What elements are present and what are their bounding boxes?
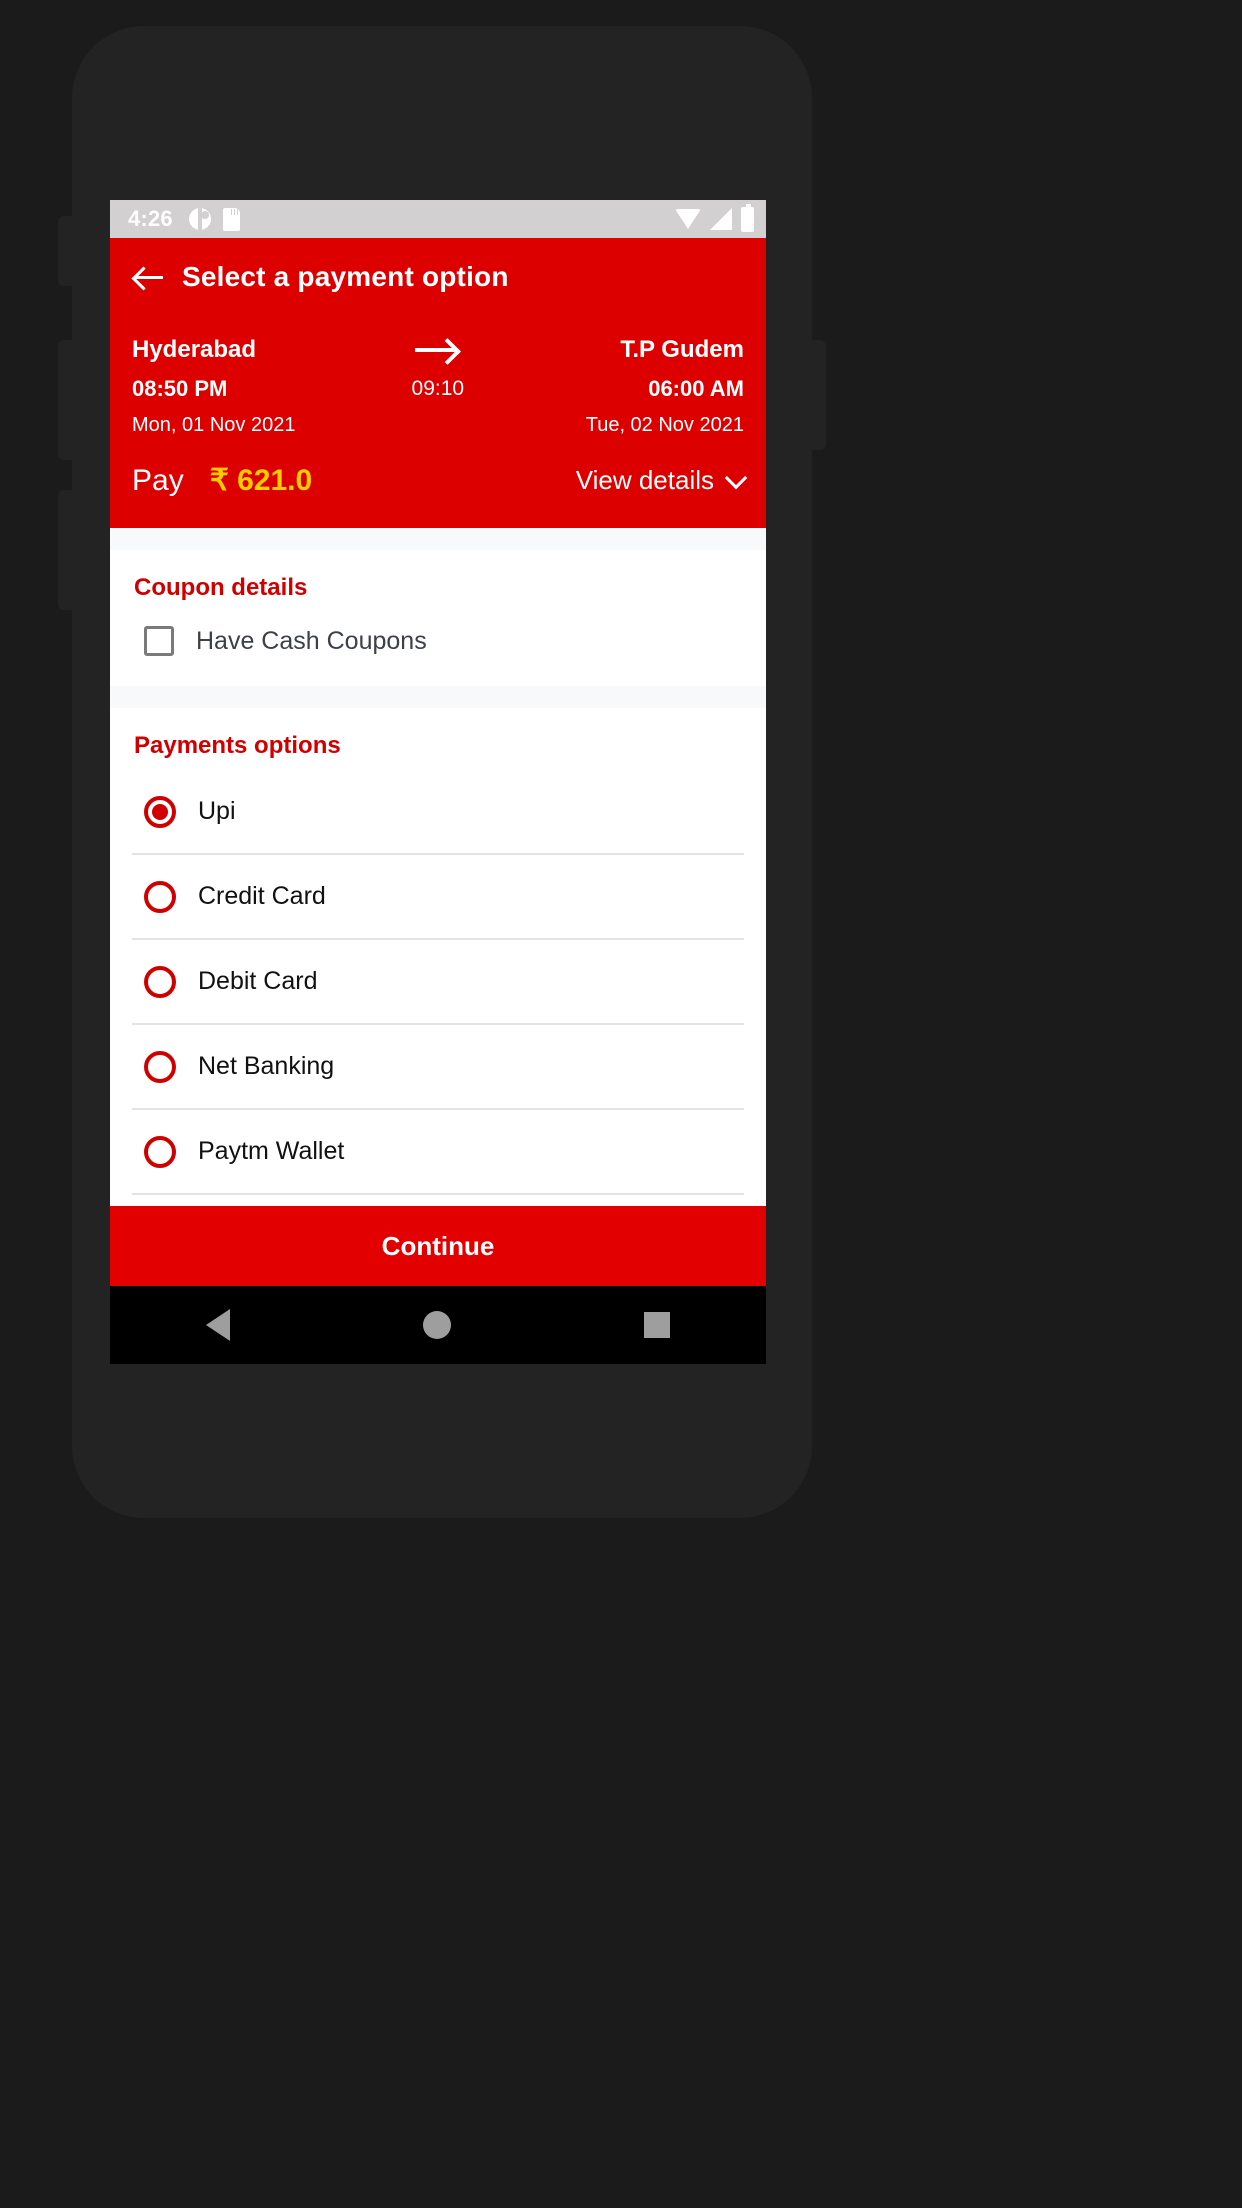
status-bar: 4:26: [110, 200, 766, 238]
payment-option-label: Net Banking: [198, 1052, 335, 1080]
coupon-section-title: Coupon details: [134, 574, 308, 601]
view-details-button[interactable]: View details: [575, 465, 748, 496]
payment-option-paytm-wallet[interactable]: Paytm Wallet: [132, 1110, 744, 1195]
wifi-icon: [675, 209, 701, 229]
pay-label: Pay: [132, 463, 184, 497]
journey-source-city: Hyderabad: [132, 336, 257, 363]
arrow-right-icon: [415, 337, 461, 363]
chevron-down-icon: [724, 466, 748, 489]
fare-row: Pay ₹ 621.0 View details: [110, 437, 766, 528]
journey-date-row: Mon, 01 Nov 2021 Tue, 02 Nov 2021: [132, 414, 744, 437]
page-title: Select a payment option: [182, 261, 509, 292]
journey-city-row: Hyderabad T.P Gudem: [132, 336, 744, 364]
app-bar: Select a payment option: [110, 238, 766, 312]
sd-card-icon: [222, 207, 240, 231]
radio-icon-credit-card[interactable]: [144, 880, 176, 913]
phone-screen: 4:26 Select a payment option Hyderabad T…: [110, 200, 766, 1364]
payment-option-net-banking[interactable]: Net Banking: [132, 1025, 744, 1110]
payment-option-label: Debit Card: [198, 967, 318, 995]
journey-time-row: 08:50 PM 09:10 06:00 AM: [132, 376, 744, 402]
device-button-power[interactable]: [806, 340, 826, 450]
device-button-volume-up[interactable]: [58, 340, 78, 460]
nav-home-icon[interactable]: [422, 1311, 451, 1339]
journey-arrival-date: Tue, 02 Nov 2021: [585, 414, 744, 436]
screenshot-root: 4:26 Select a payment option Hyderabad T…: [0, 0, 1242, 2208]
cellular-signal-icon: [710, 208, 732, 230]
radio-icon-upi[interactable]: [144, 795, 176, 828]
device-button-left-top[interactable]: [58, 216, 78, 286]
coupon-section: Coupon details Have Cash Coupons: [110, 550, 766, 686]
battery-icon: [741, 203, 754, 232]
section-divider-middle: [110, 686, 766, 708]
have-cash-coupons-row[interactable]: Have Cash Coupons: [132, 602, 744, 686]
status-bar-right-icons: [675, 203, 754, 232]
have-cash-coupons-checkbox[interactable]: [144, 626, 174, 656]
journey-arrival-time: 06:00 AM: [648, 376, 744, 401]
payment-options-list: Upi Credit Card Debit Card Net Banking P…: [132, 770, 744, 1206]
continue-button-label: Continue: [381, 1230, 495, 1261]
payments-section-title: Payments options: [134, 732, 341, 759]
journey-departure-time: 08:50 PM: [132, 376, 228, 401]
payment-option-debit-card[interactable]: Debit Card: [132, 940, 744, 1025]
nav-recents-icon[interactable]: [643, 1312, 670, 1338]
payments-section: Payments options Upi Credit Card Debit C…: [110, 708, 766, 1206]
do-not-disturb-icon: [188, 208, 211, 230]
payment-option-upi[interactable]: Upi: [132, 770, 744, 855]
payment-option-mobikwik-wallet[interactable]: Mobikwik Wallet: [132, 1195, 744, 1206]
continue-button[interactable]: Continue: [110, 1206, 766, 1286]
back-arrow-icon[interactable]: [132, 260, 166, 294]
journey-departure-date: Mon, 01 Nov 2021: [132, 414, 296, 436]
journey-destination-city: T.P Gudem: [620, 336, 744, 363]
app-bar-row: Select a payment option: [110, 260, 766, 294]
payment-option-label: Credit Card: [198, 882, 326, 910]
payment-option-label: Upi: [198, 797, 236, 825]
android-navigation-bar: [110, 1286, 766, 1364]
payment-option-label: Paytm Wallet: [198, 1137, 345, 1165]
fare-amount: ₹ 621.0: [209, 464, 313, 497]
journey-duration: 09:10: [411, 377, 465, 400]
device-button-volume-down[interactable]: [58, 490, 78, 610]
payment-option-credit-card[interactable]: Credit Card: [132, 855, 744, 940]
nav-back-icon[interactable]: [206, 1309, 231, 1341]
journey-summary: Hyderabad T.P Gudem 08:50 PM 09:10 06:00…: [110, 312, 766, 437]
radio-icon-net-banking[interactable]: [144, 1050, 176, 1083]
status-bar-left-icons: [188, 207, 240, 231]
status-bar-clock: 4:26: [128, 206, 173, 231]
view-details-label: View details: [575, 465, 714, 495]
section-divider-top: [110, 528, 766, 550]
content-scroll-area[interactable]: Coupon details Have Cash Coupons Payment…: [110, 528, 766, 1206]
have-cash-coupons-label: Have Cash Coupons: [196, 626, 427, 655]
radio-icon-paytm-wallet[interactable]: [144, 1135, 176, 1168]
radio-icon-debit-card[interactable]: [144, 965, 176, 998]
